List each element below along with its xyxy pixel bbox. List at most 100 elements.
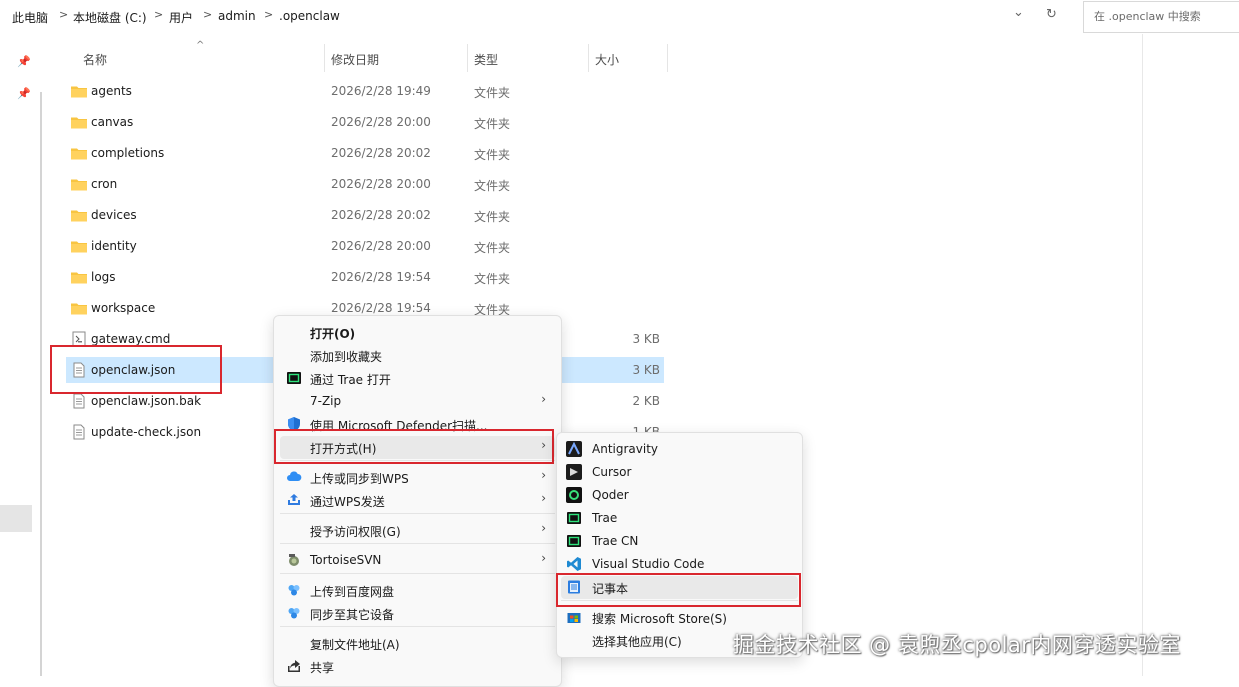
column-divider[interactable] (324, 44, 325, 72)
column-header-date[interactable]: 修改日期 (331, 51, 379, 68)
search-input[interactable] (1084, 2, 1234, 30)
column-header-type[interactable]: 类型 (474, 51, 498, 68)
baidu-icon (286, 582, 302, 598)
column-divider[interactable] (467, 44, 468, 72)
menu-item[interactable]: 7-Zip › (280, 390, 555, 413)
cursor-icon (566, 464, 582, 480)
file-icon (70, 393, 88, 409)
breadcrumb-separator[interactable]: > (154, 8, 163, 21)
file-name: gateway.cmd (91, 332, 171, 346)
breadcrumb-admin[interactable]: admin (218, 9, 256, 23)
trae-cn-icon (566, 533, 582, 549)
breadcrumb-local-disk[interactable]: 本地磁盘 (C:) (73, 9, 147, 26)
wps-send-icon (286, 492, 302, 508)
sort-ascending-icon: ^ (196, 40, 205, 51)
menu-item[interactable]: 打开(O) (280, 321, 555, 344)
menu-item-label: 上传到百度网盘 (310, 585, 395, 599)
menu-item[interactable]: 上传或同步到WPS › (280, 466, 555, 489)
file-date: 2026/2/28 20:00 (331, 239, 431, 253)
menu-item[interactable]: 授予访问权限(G) › (280, 519, 555, 542)
submenu-item-label: Visual Studio Code (592, 557, 705, 571)
menu-item-label: TortoiseSVN (310, 553, 382, 567)
nav-scrollbar[interactable] (40, 92, 42, 676)
trae-icon (286, 370, 302, 386)
antigravity-icon (566, 441, 582, 457)
trae-icon (566, 510, 582, 526)
refresh-icon[interactable]: ↻ (1046, 7, 1057, 22)
file-name: completions (91, 146, 165, 160)
file-row[interactable]: canvas 2026/2/28 20:00 文件夹 (66, 109, 664, 135)
pin-icon: 📌 (17, 87, 31, 100)
menu-item[interactable]: 通过 Trae 打开 (280, 367, 555, 390)
file-type: 文件夹 (474, 86, 511, 100)
file-size: 3 KB (632, 332, 660, 346)
submenu-item[interactable]: Qoder (561, 484, 798, 507)
folder-icon (70, 176, 88, 192)
file-name: update-check.json (91, 425, 202, 439)
file-name: agents (91, 84, 132, 98)
menu-item[interactable]: 共享 (280, 655, 555, 678)
context-menu: 打开(O) 添加到收藏夹 通过 Trae 打开 7-Zip › 使用 Microsoft … (273, 315, 562, 687)
baidu-sync-icon (286, 605, 302, 621)
file-date: 2026/2/28 19:49 (331, 84, 431, 98)
file-name: canvas (91, 115, 134, 129)
file-type: 文件夹 (474, 148, 511, 162)
submenu-item[interactable]: 搜索 Microsoft Store(S) (561, 606, 798, 629)
chevron-right-icon: › (541, 468, 546, 482)
file-date: 2026/2/28 20:00 (331, 115, 431, 129)
breadcrumb-this-pc[interactable]: 此电脑 (12, 9, 48, 26)
folder-icon (70, 207, 88, 223)
breadcrumb-openclaw[interactable]: .openclaw (279, 9, 340, 23)
menu-item[interactable]: 同步至其它设备 (280, 602, 555, 625)
search-box[interactable] (1083, 1, 1239, 33)
submenu-item[interactable]: Antigravity (561, 438, 798, 461)
file-row[interactable]: identity 2026/2/28 20:00 文件夹 (66, 233, 664, 259)
file-row[interactable]: devices 2026/2/28 20:02 文件夹 (66, 202, 664, 228)
address-bar[interactable]: 此电脑 > 本地磁盘 (C:) > 用户 > admin > .openclaw… (0, 0, 1072, 32)
file-date: 2026/2/28 20:02 (331, 146, 431, 160)
menu-item[interactable]: 上传到百度网盘 (280, 579, 555, 602)
file-type: 文件夹 (474, 117, 511, 131)
menu-item-label: 复制文件地址(A) (310, 638, 400, 652)
file-row[interactable]: logs 2026/2/28 19:54 文件夹 (66, 264, 664, 290)
file-name: cron (91, 177, 118, 191)
column-divider[interactable] (588, 44, 589, 72)
breadcrumb-separator[interactable]: > (203, 8, 212, 21)
submenu-item-label: Qoder (592, 488, 629, 502)
file-name: identity (91, 239, 137, 253)
file-name: devices (91, 208, 137, 222)
menu-item[interactable]: 通过WPS发送 › (280, 489, 555, 512)
column-header-size[interactable]: 大小 (595, 51, 619, 68)
folder-icon (70, 238, 88, 254)
menu-item[interactable]: 添加到收藏夹 (280, 344, 555, 367)
breadcrumb-separator[interactable]: > (264, 8, 273, 21)
chevron-right-icon: › (541, 521, 546, 535)
file-size: 3 KB (632, 363, 660, 377)
submenu-item[interactable]: Trae CN (561, 530, 798, 553)
menu-item[interactable]: TortoiseSVN › (280, 549, 555, 572)
submenu-item-label: 搜索 Microsoft Store(S) (592, 612, 727, 626)
address-dropdown-icon[interactable]: ⌄ (1013, 5, 1024, 20)
file-row[interactable]: agents 2026/2/28 19:49 文件夹 (66, 78, 664, 104)
breadcrumb-users[interactable]: 用户 (169, 9, 193, 26)
file-date: 2026/2/28 19:54 (331, 270, 431, 284)
menu-item-label: 添加到收藏夹 (310, 350, 383, 364)
file-row[interactable]: completions 2026/2/28 20:02 文件夹 (66, 140, 664, 166)
menu-item[interactable]: 复制文件地址(A) (280, 632, 555, 655)
breadcrumb-separator[interactable]: > (59, 8, 68, 21)
menu-item-label: 通过 Trae 打开 (310, 373, 391, 387)
menu-separator (280, 513, 555, 514)
folder-icon (70, 83, 88, 99)
vscode-icon (566, 556, 582, 572)
column-divider[interactable] (667, 44, 668, 72)
content-right-edge (1142, 34, 1143, 676)
file-row[interactable]: cron 2026/2/28 20:00 文件夹 (66, 171, 664, 197)
submenu-item[interactable]: Trae (561, 507, 798, 530)
column-header-name[interactable]: 名称 (83, 51, 107, 68)
menu-item-label: 打开(O) (310, 327, 356, 341)
file-icon (70, 424, 88, 440)
nav-selected-item[interactable] (0, 505, 32, 532)
highlight-box-selected-file (50, 345, 222, 394)
submenu-item[interactable]: Cursor (561, 461, 798, 484)
menu-item-label: 上传或同步到WPS (310, 472, 409, 486)
